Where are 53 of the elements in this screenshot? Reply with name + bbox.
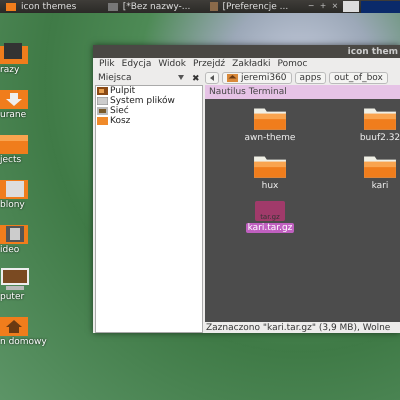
desktop-icon-label[interactable]: blony: [0, 200, 25, 210]
menu-item[interactable]: Pomoc: [274, 59, 310, 69]
file-name[interactable]: buuf2.32: [358, 133, 400, 143]
file-name[interactable]: hux: [260, 181, 280, 191]
pictures-folder-icon: [0, 42, 28, 64]
window-control-button[interactable]: −: [305, 0, 318, 13]
menu-item[interactable]: Zakładki: [229, 59, 274, 69]
templates-folder-icon: [0, 177, 28, 199]
desktop-icon-label[interactable]: jects: [0, 155, 22, 165]
terminal-label: Nautilus Terminal: [209, 87, 287, 97]
dropdown-caret-icon[interactable]: [178, 75, 184, 80]
sidebar-title: Miejsca: [98, 72, 132, 82]
desktop-icon-label[interactable]: ideo: [0, 245, 20, 255]
status-text: Zaznaczono "kari.tar.gz" (3,9 MB), Wolne: [205, 322, 392, 333]
file-name[interactable]: awn-theme: [242, 133, 298, 143]
computer-icon: [0, 267, 30, 291]
folder-icon: [6, 2, 16, 10]
sidebar-item[interactable]: Sieć: [96, 106, 202, 116]
taskbar-button[interactable]: [Preferencje ...: [204, 0, 306, 13]
system-monitor-graph: [360, 0, 400, 12]
desktop-icon: [97, 87, 108, 95]
path-button[interactable]: apps: [294, 72, 326, 84]
taskbar-button[interactable]: icon themes: [0, 0, 102, 13]
close-sidebar-button[interactable]: ✖: [192, 72, 200, 82]
menu-item[interactable]: Edycja: [118, 59, 154, 69]
taskbar-button[interactable]: [*Bez nazwy-...: [102, 0, 204, 13]
file-name[interactable]: kari: [370, 181, 390, 191]
window-control-button[interactable]: +: [317, 0, 329, 13]
menu-item[interactable]: Plik: [96, 59, 118, 69]
desktop-icon-label[interactable]: n domowy: [0, 337, 47, 347]
sidebar-item[interactable]: Kosz: [96, 116, 202, 126]
back-button[interactable]: [205, 72, 219, 84]
home-folder-icon: [0, 314, 28, 336]
menu-item[interactable]: Przejdź: [190, 59, 228, 69]
sidebar-item[interactable]: System plików: [96, 96, 202, 106]
home-icon: [227, 73, 238, 82]
terminal-bar[interactable]: Nautilus Terminal: [205, 85, 400, 99]
left-arrow-icon: [210, 74, 214, 80]
file-name[interactable]: kari.tar.gz: [246, 223, 294, 233]
window-control-button[interactable]: ×: [328, 0, 341, 13]
network-icon: [97, 107, 108, 115]
desktop-icon-label[interactable]: puter: [0, 292, 24, 302]
video-folder-icon: [0, 222, 28, 244]
folder-icon: [0, 132, 28, 154]
desktop-icon-label[interactable]: razy: [0, 65, 20, 75]
path-button[interactable]: jeremi360: [222, 72, 292, 84]
desktop-icon-label[interactable]: urane: [0, 110, 26, 120]
tray-icon[interactable]: [342, 1, 359, 12]
sidebar-item[interactable]: Pulpit: [96, 86, 202, 96]
window-title: icon them: [348, 46, 398, 56]
menu-item[interactable]: Widok: [155, 59, 189, 69]
path-button[interactable]: out_of_box: [329, 72, 388, 84]
download-folder-icon: [0, 87, 28, 109]
